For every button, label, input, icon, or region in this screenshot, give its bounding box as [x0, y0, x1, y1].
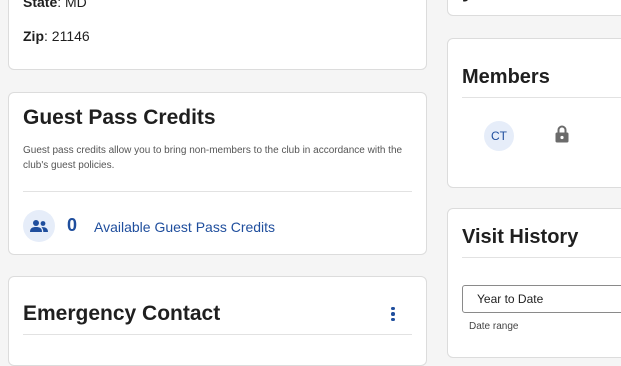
emergency-contact-divider [23, 334, 412, 335]
guest-pass-card: Guest Pass Credits Guest pass credits al… [8, 92, 427, 255]
more-vert-icon[interactable] [383, 302, 403, 326]
emergency-contact-title: Emergency Contact [23, 302, 221, 325]
member-avatar[interactable]: CT [484, 121, 514, 151]
state-label: State [23, 0, 58, 10]
guest-pass-divider [23, 191, 412, 192]
guest-pass-description: Guest pass credits allow you to bring no… [23, 145, 403, 171]
state-value: MD [65, 0, 87, 10]
top-right-title: y [462, 0, 474, 3]
date-range-caption: Date range [469, 321, 519, 332]
guest-pass-title: Guest Pass Credits [23, 106, 216, 129]
members-divider [462, 97, 621, 98]
date-range-select[interactable]: Year to Date [462, 285, 621, 313]
state-line: State: MD [23, 0, 87, 10]
visit-history-divider [462, 257, 621, 258]
lock-icon [555, 125, 569, 148]
guest-pass-count-label[interactable]: Available Guest Pass Credits [94, 219, 275, 235]
group-icon [23, 210, 55, 242]
zip-value: 21146 [51, 28, 90, 44]
members-title: Members [462, 66, 550, 88]
zip-label: Zip [23, 28, 44, 44]
top-right-card: y [447, 0, 621, 16]
emergency-contact-card: Emergency Contact [8, 276, 427, 366]
members-card: Members CT [447, 38, 621, 188]
visit-history-card: Visit History Year to Date Date range [447, 208, 621, 358]
zip-line: Zip: 21146 [23, 28, 90, 44]
visit-history-title: Visit History [462, 226, 579, 248]
address-card: State: MD Zip: 21146 [8, 0, 427, 70]
guest-pass-count: 0 [67, 215, 78, 235]
